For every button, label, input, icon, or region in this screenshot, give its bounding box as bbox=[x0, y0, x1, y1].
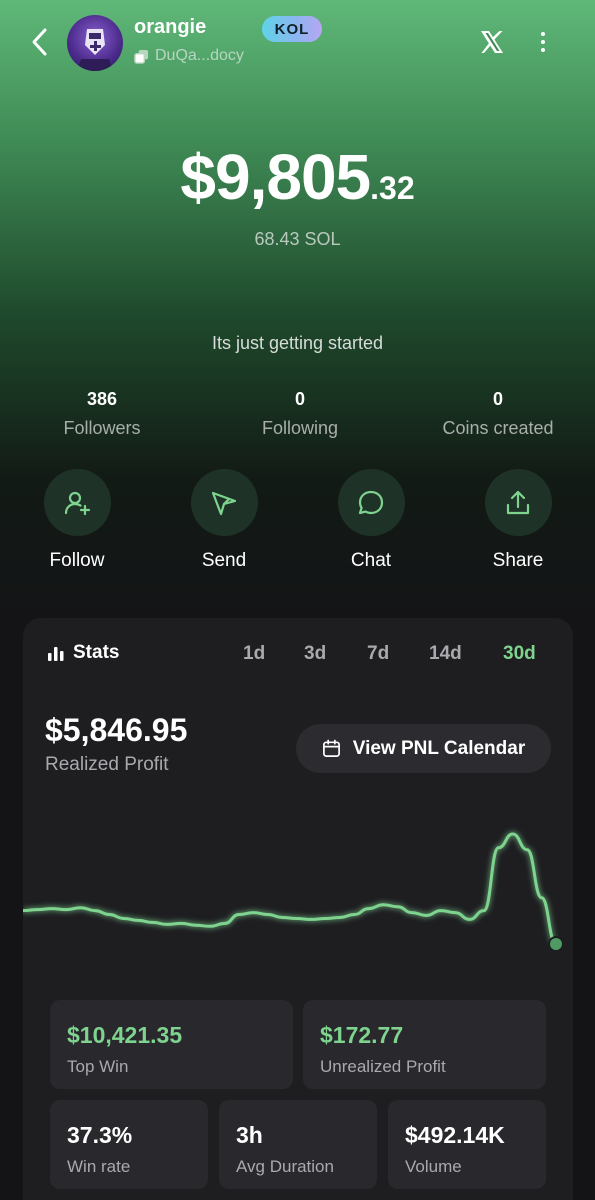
coins-created-stat[interactable]: 0 Coins created bbox=[403, 389, 593, 439]
send-button-circle bbox=[190, 469, 258, 536]
stats-card: Stats 1d 3d 7d 14d 30d $5,846.95 Realize… bbox=[23, 618, 573, 1200]
bar-chart-icon bbox=[48, 647, 64, 661]
more-vertical-icon bbox=[541, 32, 545, 52]
range-tab-3d[interactable]: 3d bbox=[304, 643, 326, 665]
range-tab-30d[interactable]: 30d bbox=[503, 643, 536, 665]
chat-button[interactable]: Chat bbox=[311, 469, 431, 572]
chevron-left-icon bbox=[32, 28, 47, 56]
following-stat[interactable]: 0 Following bbox=[205, 389, 395, 439]
send-button[interactable]: Send bbox=[164, 469, 284, 572]
avatar-knight-image bbox=[77, 29, 113, 71]
chat-bubble-icon bbox=[358, 490, 384, 514]
win-rate-label: Win rate bbox=[67, 1157, 131, 1176]
unrealized-profit-value: $172.77 bbox=[320, 1022, 404, 1048]
share-button-circle bbox=[484, 469, 552, 536]
follow-label: Follow bbox=[49, 550, 105, 571]
user-plus-icon bbox=[64, 491, 91, 515]
stats-title: Stats bbox=[47, 642, 119, 664]
follow-button-circle bbox=[43, 469, 111, 536]
portfolio-balance: $9,805.32 bbox=[0, 140, 595, 214]
send-icon bbox=[211, 491, 237, 515]
balance-sol: 68.43 SOL bbox=[254, 229, 341, 249]
calendar-icon bbox=[322, 739, 340, 757]
avg-duration-label: Avg Duration bbox=[236, 1157, 334, 1176]
copy-icon bbox=[134, 49, 149, 64]
avatar[interactable] bbox=[67, 15, 123, 71]
avg-duration-value: 3h bbox=[236, 1122, 263, 1148]
stats-title-text: Stats bbox=[73, 642, 120, 663]
share-upload-icon bbox=[506, 490, 530, 514]
coins-created-count: 0 bbox=[492, 389, 503, 409]
profile-bio: Its just getting started bbox=[211, 333, 384, 353]
more-options-button[interactable] bbox=[532, 28, 554, 56]
x-logo-icon bbox=[481, 31, 503, 53]
pnl-last-point bbox=[548, 936, 564, 952]
win-rate-tile: 37.3% Win rate bbox=[50, 1100, 208, 1189]
avg-duration-tile: 3h Avg Duration bbox=[219, 1100, 377, 1189]
unrealized-profit-tile: $172.77 Unrealized Profit bbox=[303, 1000, 546, 1089]
range-tab-1d[interactable]: 1d bbox=[243, 643, 265, 665]
followers-stat[interactable]: 386 Followers bbox=[7, 389, 197, 439]
share-button[interactable]: Share bbox=[458, 469, 578, 572]
following-label: Following bbox=[261, 418, 339, 438]
top-bar: orangie DuQa...docy KOL bbox=[0, 0, 595, 90]
win-rate-value: 37.3% bbox=[67, 1122, 133, 1148]
followers-label: Followers bbox=[63, 418, 141, 438]
coins-created-label: Coins created bbox=[442, 418, 554, 438]
top-win-value: $10,421.35 bbox=[67, 1022, 183, 1048]
share-label: Share bbox=[492, 550, 544, 571]
balance-usd-cents: .32 bbox=[370, 170, 415, 206]
followers-count: 386 bbox=[86, 389, 118, 409]
top-win-tile: $10,421.35 Top Win bbox=[50, 1000, 293, 1089]
wallet-address[interactable]: DuQa...docy bbox=[134, 47, 244, 65]
view-pnl-calendar-label: View PNL Calendar bbox=[352, 737, 526, 759]
follow-button[interactable]: Follow bbox=[17, 469, 137, 572]
realized-profit-value: $5,846.95 bbox=[45, 712, 188, 748]
realized-profit-label: Realized Profit bbox=[45, 754, 169, 775]
volume-value: $492.14K bbox=[405, 1122, 505, 1148]
x-profile-button[interactable] bbox=[478, 28, 506, 56]
chat-button-circle bbox=[337, 469, 405, 536]
view-pnl-calendar-button[interactable]: View PNL Calendar bbox=[296, 724, 551, 773]
pnl-series-line bbox=[23, 832, 558, 946]
following-count: 0 bbox=[294, 389, 305, 409]
username: orangie bbox=[134, 16, 207, 38]
pnl-line-chart bbox=[23, 832, 564, 952]
unrealized-profit-label: Unrealized Profit bbox=[320, 1057, 446, 1076]
chat-label: Chat bbox=[350, 550, 392, 571]
balance-usd-main: $9,805 bbox=[180, 141, 371, 213]
back-button[interactable] bbox=[26, 24, 54, 60]
volume-label: Volume bbox=[405, 1157, 462, 1176]
send-label: Send bbox=[201, 550, 247, 571]
kol-badge: KOL bbox=[262, 16, 322, 42]
wallet-address-text: DuQa...docy bbox=[155, 47, 244, 64]
range-tab-14d[interactable]: 14d bbox=[429, 643, 462, 665]
top-win-label: Top Win bbox=[67, 1057, 129, 1076]
range-tab-7d[interactable]: 7d bbox=[367, 643, 389, 665]
volume-tile: $492.14K Volume bbox=[388, 1100, 546, 1189]
